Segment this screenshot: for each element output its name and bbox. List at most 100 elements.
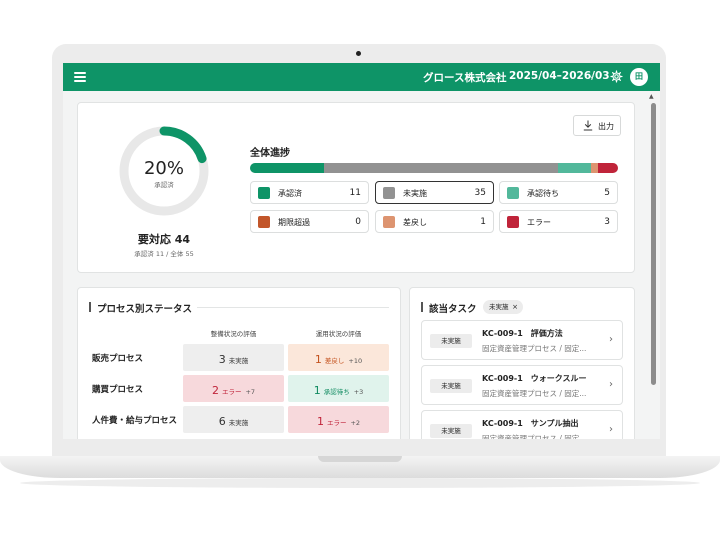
task-subtitle: 固定資産管理プロセス / 固定... <box>482 389 587 398</box>
export-button-label: 出力 <box>598 122 614 131</box>
task-status-badge: 未実施 <box>430 379 472 393</box>
top-bar: グロース株式会社 2025/04–2026/03 ⌄ 田 <box>63 63 660 91</box>
cell-status: エラー <box>221 388 242 396</box>
task-title: KC-009-1 ウォークスルー <box>482 374 587 383</box>
download-icon <box>583 120 593 131</box>
column-header-operation: 運用状況の評価 <box>315 330 362 338</box>
status-name: エラー <box>527 218 551 227</box>
camera-dot <box>356 51 361 56</box>
task-item[interactable]: 未実施 KC-009-1 ウォークスルー 固定資産管理プロセス / 固定... › <box>421 365 623 405</box>
process-status-cell[interactable]: 1 差戻し +10 <box>288 344 389 371</box>
cell-delta: +2 <box>350 419 361 427</box>
status-count: 5 <box>604 187 610 198</box>
gear-icon[interactable] <box>610 70 623 83</box>
status-swatch <box>258 187 270 199</box>
progress-percent-label: 承認済 <box>154 181 174 189</box>
section-marker <box>89 302 91 312</box>
task-status-badge: 未実施 <box>430 424 472 438</box>
close-icon[interactable]: × <box>512 300 518 314</box>
process-status-cell[interactable]: 1 エラー +2 <box>288 406 389 433</box>
status-count: 3 <box>604 216 610 227</box>
status-filter-4[interactable]: 差戻し 1 <box>375 210 494 233</box>
task-title: KC-009-1 評価方法 <box>482 329 563 338</box>
section-marker <box>421 302 423 312</box>
status-count: 35 <box>474 187 486 198</box>
laptop-notch <box>318 456 402 462</box>
process-row-name: 人件費・給与プロセス <box>92 416 178 426</box>
status-swatch <box>507 216 519 228</box>
task-subtitle: 固定資産管理プロセス / 固定... <box>482 434 587 439</box>
status-swatch <box>507 187 519 199</box>
process-status-cell[interactable]: 1 承認待ち +3 <box>288 375 389 402</box>
status-filter-5[interactable]: エラー 3 <box>499 210 618 233</box>
task-title: KC-009-1 サンプル抽出 <box>482 419 579 428</box>
process-status-cell[interactable]: 6 未実施 <box>183 406 284 433</box>
chevron-right-icon: › <box>609 424 613 435</box>
cell-count: 3 <box>218 353 226 366</box>
progress-segment <box>597 163 618 173</box>
column-header-design: 整備状況の評価 <box>210 330 257 338</box>
filter-chip[interactable]: 未実施 × <box>483 300 523 314</box>
progress-segment <box>323 163 558 173</box>
status-name: 期限超過 <box>278 218 310 227</box>
filter-chip-label: 未実施 <box>489 303 509 311</box>
export-button[interactable]: 出力 <box>573 115 621 136</box>
overall-progress-title: 全体進捗 <box>250 148 290 159</box>
status-filter-0[interactable]: 承認済 11 <box>250 181 369 204</box>
pending-subtext: 承認済 11 / 全体 55 <box>134 250 194 258</box>
cell-status: 差戻し <box>324 357 345 365</box>
progress-segment <box>250 163 324 173</box>
chevron-right-icon: › <box>609 334 613 345</box>
cell-delta: +3 <box>353 388 364 396</box>
cell-status: 未実施 <box>228 357 249 365</box>
process-status-cell[interactable]: 3 未実施 <box>183 344 284 371</box>
status-name: 承認待ち <box>527 189 559 198</box>
cell-count: 1 <box>313 384 321 397</box>
task-item[interactable]: 未実施 KC-009-1 サンプル抽出固定資産管理プロセス / 固定... › <box>421 410 623 439</box>
cell-count: 6 <box>218 415 226 428</box>
status-count: 11 <box>349 187 361 198</box>
status-filter-2[interactable]: 承認待ち 5 <box>499 181 618 204</box>
pending-count: 要対応 44 <box>137 233 191 246</box>
task-list-title: 該当タスク <box>429 304 477 315</box>
status-count: 1 <box>480 216 486 227</box>
status-name: 未実施 <box>403 189 427 198</box>
hamburger-menu-icon[interactable] <box>74 72 86 82</box>
cell-count: 1 <box>316 415 324 428</box>
task-subtitle: 固定資産管理プロセス / 固定... <box>482 344 587 353</box>
cell-delta: +10 <box>348 357 363 365</box>
status-name: 差戻し <box>403 218 427 227</box>
cell-delta: +7 <box>245 388 256 396</box>
app-screen: グロース株式会社 2025/04–2026/03 ⌄ 田 ▲ 20% 承認済 要… <box>63 63 660 439</box>
status-swatch <box>258 216 270 228</box>
status-filter-1[interactable]: 未実施 35 <box>375 181 494 204</box>
progress-segment <box>591 163 598 173</box>
status-swatch <box>383 187 395 199</box>
cell-status: 未実施 <box>228 419 249 427</box>
cell-count: 2 <box>211 384 219 397</box>
status-count: 0 <box>355 216 361 227</box>
laptop-shadow <box>20 478 700 488</box>
status-filter-3[interactable]: 期限超過 0 <box>250 210 369 233</box>
task-item[interactable]: 未実施 KC-009-1 評価方法固定資産管理プロセス / 固定... › <box>421 320 623 360</box>
task-status-badge: 未実施 <box>430 334 472 348</box>
status-name: 承認済 <box>278 189 302 198</box>
chevron-right-icon: › <box>609 379 613 390</box>
cell-status: エラー <box>326 419 347 427</box>
process-status-cell[interactable]: 2 エラー +7 <box>183 375 284 402</box>
user-avatar[interactable]: 田 <box>630 68 648 86</box>
donut-arc <box>159 126 207 164</box>
process-status-title: プロセス別ステータス <box>97 304 193 315</box>
process-row-name: 購買プロセス <box>92 385 144 395</box>
scrollbar-thumb[interactable] <box>651 103 656 385</box>
progress-percent: 20% <box>143 158 184 179</box>
process-row-name: 販売プロセス <box>92 354 144 364</box>
cell-status: 承認待ち <box>323 388 350 396</box>
chevron-down-icon[interactable]: ⌄ <box>588 71 596 81</box>
progress-segment <box>557 163 592 173</box>
cell-count: 1 <box>314 353 322 366</box>
scroll-up-icon[interactable]: ▲ <box>649 93 654 100</box>
overall-progress-bar <box>250 163 618 173</box>
status-swatch <box>383 216 395 228</box>
section-divider <box>197 307 389 308</box>
